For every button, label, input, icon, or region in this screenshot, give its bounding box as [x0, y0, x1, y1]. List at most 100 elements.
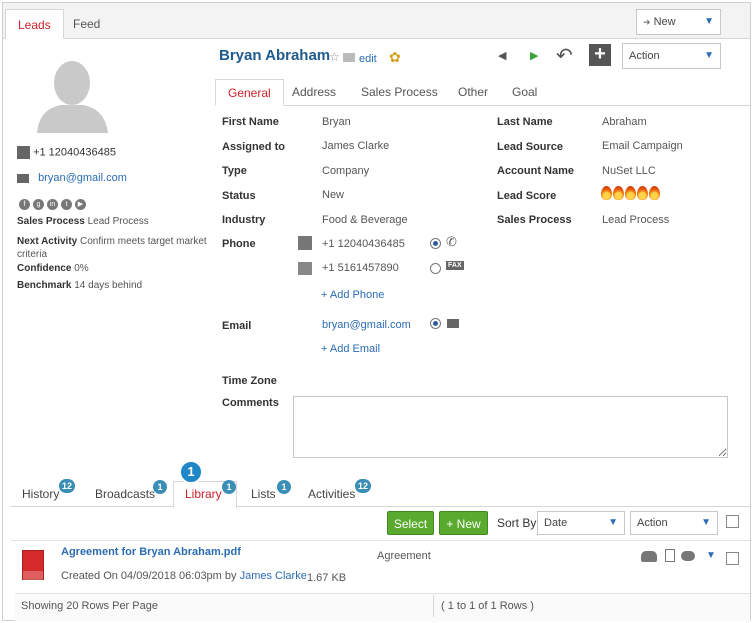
row-checkbox[interactable]	[726, 552, 739, 565]
flame-icon	[637, 186, 648, 200]
last-name-label: Last Name	[497, 116, 553, 128]
tab-lists[interactable]: Lists	[251, 481, 276, 507]
sidebar-confidence-label: Confidence	[17, 263, 72, 274]
last-name-value: Abraham	[602, 116, 647, 128]
lists-count-badge: 1	[277, 480, 291, 494]
vcard-icon[interactable]	[343, 53, 355, 62]
row-divider-top	[11, 540, 750, 541]
comments-textarea[interactable]	[293, 396, 728, 458]
tab-library[interactable]: Library	[185, 481, 222, 507]
cloud-download-icon[interactable]	[681, 551, 695, 561]
edit-link[interactable]: edit	[359, 53, 377, 65]
document-title-link[interactable]: Agreement for Bryan Abraham.pdf	[61, 546, 241, 558]
email-link[interactable]: bryan@gmail.com	[322, 319, 411, 331]
secondary-phone-radio[interactable]	[430, 263, 441, 274]
youtube-icon[interactable]: ▶	[75, 199, 86, 210]
fax-printer-icon	[298, 262, 312, 275]
chevron-down-icon: ▼	[608, 517, 618, 528]
sort-by-label: Sort By	[497, 516, 537, 530]
primary-email-radio[interactable]	[430, 318, 441, 329]
bulk-action-dropdown-label: Action	[637, 517, 668, 529]
twitter-icon[interactable]: t	[61, 199, 72, 210]
action-dropdown-label: Action	[629, 50, 660, 62]
document-size: 1.67 KB	[307, 572, 347, 584]
linkedin-icon[interactable]: in	[47, 199, 58, 210]
flame-icon	[613, 186, 624, 200]
sidebar-phone-value: +1 12040436485	[33, 146, 116, 159]
sidebar-email-link[interactable]: bryan@gmail.com	[38, 172, 127, 184]
phone-number-2: +1 5161457890	[322, 262, 399, 274]
share-users-icon[interactable]	[641, 551, 657, 562]
sidebar-benchmark-value: 14 days behind	[74, 280, 143, 291]
lead-record-panel: Leads Feed ➜ New ▼ +1 12040436485 bryan@…	[2, 2, 751, 622]
flame-icon	[601, 186, 612, 200]
social-icons: f g in t ▶	[19, 197, 89, 210]
flame-icon	[625, 186, 636, 200]
tab-sales-process[interactable]: Sales Process	[349, 79, 450, 105]
tab-general[interactable]: General	[215, 79, 284, 106]
action-dropdown[interactable]: Action ▼	[622, 43, 721, 69]
lead-source-value: Email Campaign	[602, 140, 683, 152]
status-label: Status	[222, 190, 256, 202]
star-icon[interactable]: ☆	[329, 50, 340, 64]
sidebar-next-activity: Next Activity Confirm meets target marke…	[17, 236, 207, 247]
document-category: Agreement	[377, 550, 431, 562]
new-button[interactable]: + New	[439, 511, 488, 535]
reply-icon[interactable]: ↶	[556, 43, 573, 68]
sidebar-benchmark-label: Benchmark	[17, 280, 72, 291]
google-plus-icon[interactable]: g	[33, 199, 44, 210]
phone-call-icon[interactable]: ✆	[446, 234, 457, 250]
phone-number-1: +1 12040436485	[322, 238, 405, 250]
select-all-checkbox[interactable]	[726, 515, 739, 528]
first-name-value: Bryan	[322, 116, 351, 128]
select-button[interactable]: Select	[387, 511, 434, 535]
tab-leads[interactable]: Leads	[5, 9, 64, 39]
envelope-icon[interactable]	[447, 319, 459, 328]
row-expand-icon[interactable]: ▼	[706, 550, 716, 561]
type-value: Company	[322, 165, 370, 177]
tab-other[interactable]: Other	[446, 79, 500, 105]
fax-icon[interactable]: FAX	[446, 261, 464, 270]
sort-dropdown[interactable]: Date ▼	[537, 511, 625, 535]
new-dropdown[interactable]: ➜ New ▼	[636, 9, 721, 35]
created-by-link[interactable]: James Clarke	[240, 570, 307, 582]
email-label: Email	[222, 320, 252, 332]
lead-source-label: Lead Source	[497, 141, 564, 153]
tab-feed[interactable]: Feed	[61, 9, 112, 39]
sidebar-confidence-value: 0%	[74, 263, 89, 274]
tabs-divider	[215, 105, 750, 106]
tab-activities[interactable]: Activities	[308, 481, 355, 507]
tab-broadcasts[interactable]: Broadcasts	[95, 481, 155, 507]
primary-phone-radio[interactable]	[430, 238, 441, 249]
sidebar-sales-process-value: Lead Process	[87, 216, 149, 227]
industry-value: Food & Beverage	[322, 214, 408, 226]
comments-label: Comments	[222, 397, 279, 409]
status-value: New	[322, 189, 345, 201]
avatar	[35, 53, 110, 133]
add-icon[interactable]: +	[589, 44, 611, 66]
time-zone-label: Time Zone	[222, 375, 277, 387]
facebook-icon[interactable]: f	[19, 199, 30, 210]
bulk-action-dropdown[interactable]: Action ▼	[630, 511, 718, 535]
sidebar-next-activity-value-2: criteria	[17, 249, 48, 260]
add-phone-link[interactable]: + Add Phone	[321, 289, 384, 301]
account-name-value: NuSet LLC	[602, 165, 656, 177]
tab-goal[interactable]: Goal	[500, 79, 549, 105]
first-name-label: First Name	[222, 116, 279, 128]
tab-history[interactable]: History	[22, 481, 59, 507]
chevron-down-icon: ▼	[701, 517, 711, 528]
sidebar-phone: +1 12040436485	[17, 146, 116, 159]
sidebar-sales-process: Sales Process Lead Process	[17, 216, 149, 227]
document-view-icon[interactable]	[665, 549, 675, 562]
tab-address[interactable]: Address	[280, 79, 348, 105]
sidebar-email: bryan@gmail.com	[17, 172, 127, 184]
flower-icon[interactable]: ✿	[389, 49, 401, 66]
next-icon[interactable]: ▶	[530, 49, 538, 62]
sidebar-confidence: Confidence 0%	[17, 263, 89, 274]
phone-office-icon	[17, 146, 30, 159]
previous-icon[interactable]: ◀	[498, 49, 506, 62]
sidebar-sales-process-label: Sales Process	[17, 216, 85, 227]
lead-score-label: Lead Score	[497, 190, 557, 202]
envelope-icon	[17, 173, 29, 183]
add-email-link[interactable]: + Add Email	[321, 343, 380, 355]
